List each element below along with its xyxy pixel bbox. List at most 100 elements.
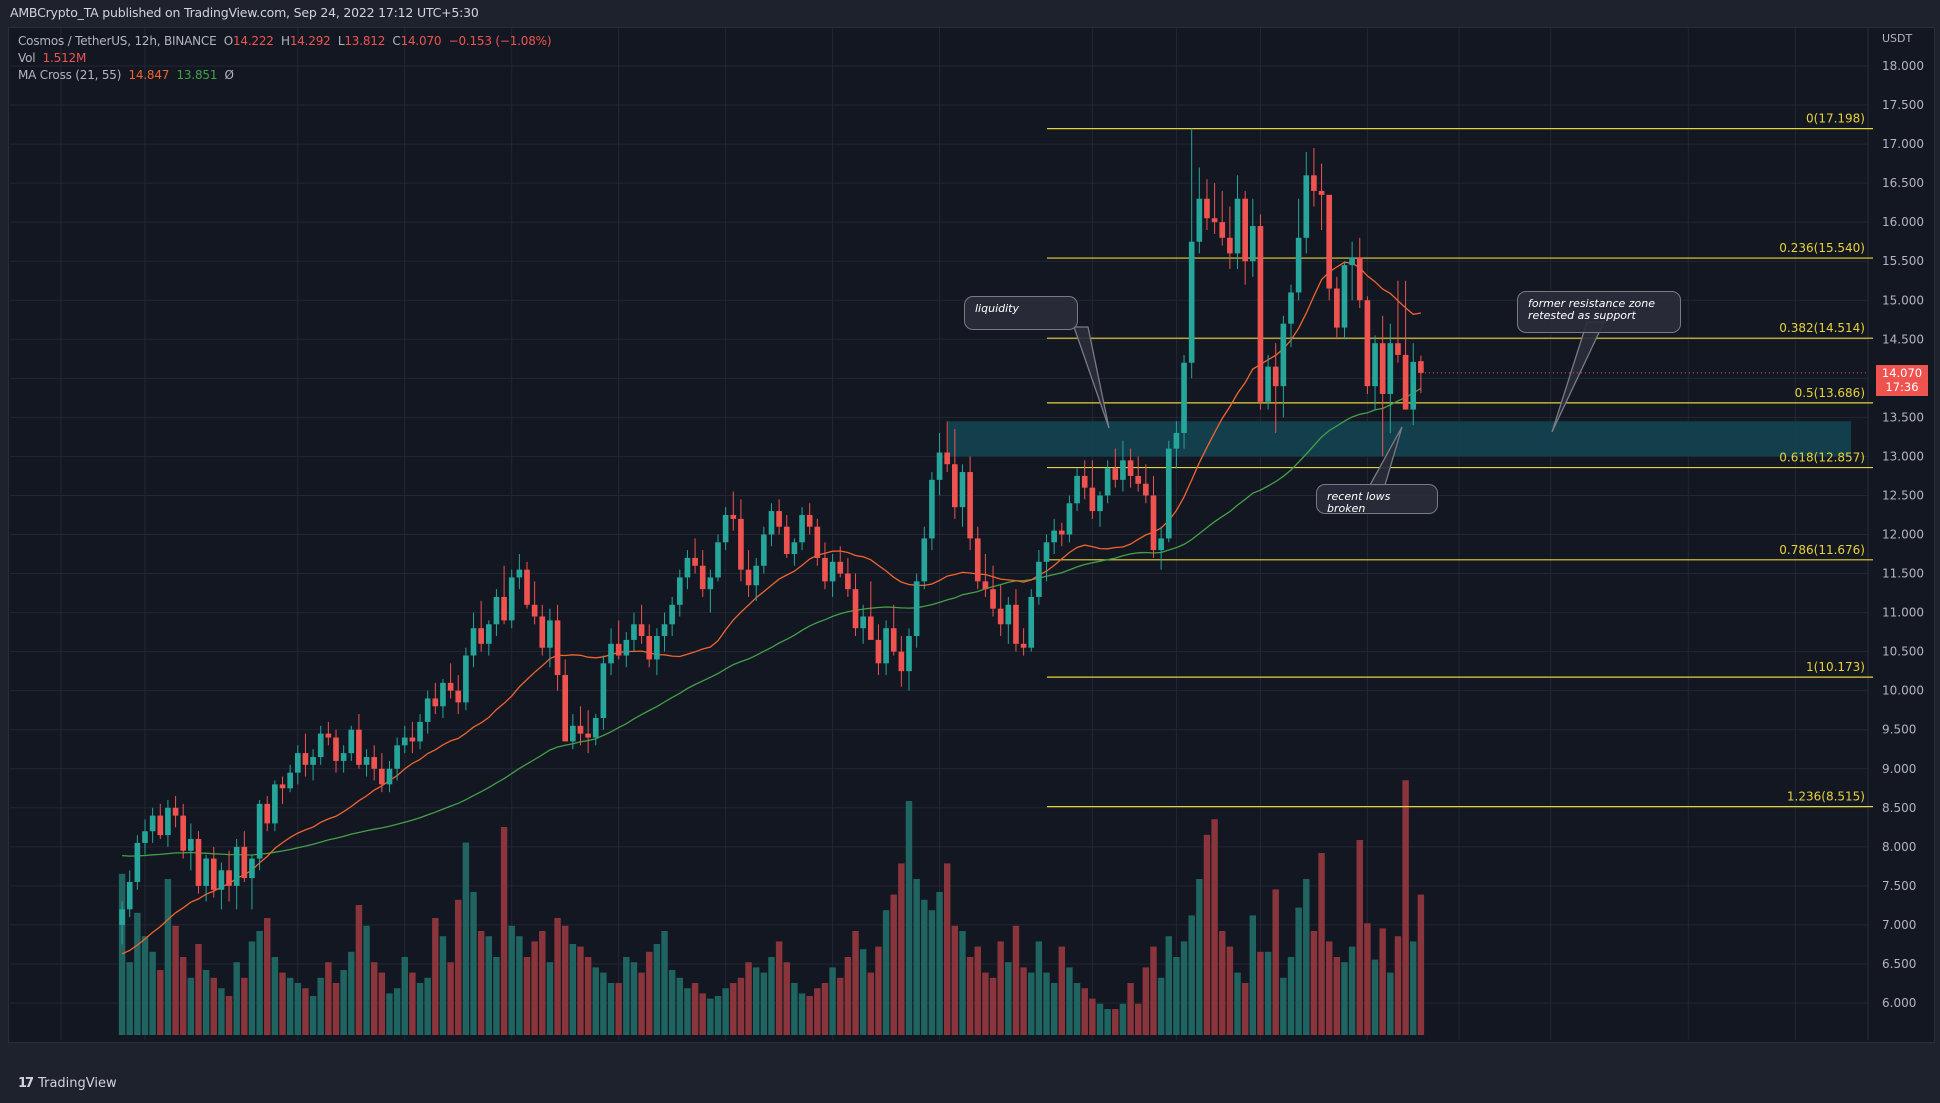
candle-body <box>1089 487 1096 512</box>
volume-bar <box>317 977 324 1035</box>
volume-bar <box>1219 931 1226 1035</box>
candle-body <box>249 858 255 879</box>
candle-body <box>1418 361 1424 373</box>
candle-body <box>814 526 821 558</box>
candle-body <box>1158 538 1164 551</box>
candle-body <box>638 624 645 637</box>
liquidity-callout[interactable]: liquidity <box>964 296 1078 330</box>
candle-body <box>684 557 691 578</box>
candle-body <box>1036 561 1042 597</box>
volume-bar <box>531 941 538 1035</box>
candle-body <box>317 733 324 758</box>
volume-bar <box>569 944 577 1035</box>
candle-body <box>1387 343 1394 394</box>
y-tick-label: 8.000 <box>1882 840 1916 854</box>
volume-bar <box>241 977 248 1035</box>
candle-body <box>974 538 981 582</box>
volume-bar <box>1272 889 1279 1035</box>
last-price: 14.070 <box>1881 366 1923 380</box>
candle-body <box>1249 226 1256 262</box>
volume-bar <box>325 962 332 1035</box>
y-tick-label: 13.500 <box>1882 410 1924 424</box>
volume-bar <box>302 988 309 1035</box>
candle-body <box>936 452 943 480</box>
recent-lows-callout[interactable]: recent lows broken <box>1316 484 1438 515</box>
volume-bar <box>134 912 141 1035</box>
volume-bar <box>164 879 172 1035</box>
candle-body <box>1081 475 1088 488</box>
volume-bar <box>1280 977 1287 1035</box>
former-resistance-callout[interactable]: former resistance zone retested as suppo… <box>1517 291 1681 333</box>
volume-bar <box>1112 1009 1119 1035</box>
candle-body <box>829 561 836 582</box>
candle-body <box>310 757 316 765</box>
candle-body <box>921 538 928 582</box>
candle-body <box>822 557 828 582</box>
volume-bar <box>1264 951 1272 1035</box>
candle-body <box>134 842 141 882</box>
volume-bar <box>1211 819 1218 1035</box>
volume-bar <box>401 957 408 1035</box>
y-tick-label: 7.500 <box>1882 879 1916 893</box>
candle-body <box>722 514 729 543</box>
volume-bar <box>607 983 615 1035</box>
candle-body <box>356 729 362 765</box>
volume-bar <box>470 892 477 1035</box>
volume-bar <box>218 988 225 1035</box>
volume-bar <box>1348 946 1356 1035</box>
y-tick-label: 17.000 <box>1882 137 1924 151</box>
y-tick-label: 10.500 <box>1882 645 1924 659</box>
volume-bar <box>447 962 454 1035</box>
y-tick-label: 6.500 <box>1882 957 1916 971</box>
ma-fast-value: 14.847 <box>128 68 170 82</box>
candle-body <box>1196 198 1203 242</box>
candle-body <box>1257 226 1264 402</box>
liquidity-callout-pointer <box>1073 326 1110 429</box>
candle-body <box>1410 361 1417 410</box>
candle-body <box>256 803 263 859</box>
volume-bar <box>997 941 1004 1035</box>
candle-body <box>845 573 851 590</box>
volume-bar <box>943 863 951 1035</box>
volume-bar <box>1333 957 1341 1035</box>
candle-body <box>157 815 164 836</box>
y-tick-label: 18.000 <box>1882 59 1924 73</box>
candle-body <box>142 831 148 843</box>
candle-body <box>768 511 775 535</box>
volume-bar <box>210 977 217 1035</box>
volume-bar <box>592 967 599 1035</box>
volume-bar <box>248 941 256 1035</box>
tradingview-logo[interactable]: 17 TradingView <box>18 1076 117 1091</box>
candle-body <box>302 753 309 765</box>
candle-body <box>149 815 156 832</box>
volume-bar <box>1134 1003 1142 1035</box>
candle-body <box>1058 530 1065 535</box>
ma-cross-legend[interactable]: MA Cross (21, 55) 14.847 13.851 Ø <box>18 68 234 82</box>
candle-body <box>1402 354 1409 410</box>
volume-bar <box>1287 957 1295 1035</box>
candle-body <box>570 725 576 742</box>
fib-label: 0(17.198) <box>1806 112 1865 126</box>
candle-body <box>837 561 844 574</box>
ma55-line <box>122 387 1422 857</box>
candle-body <box>631 624 637 640</box>
volume-bar <box>370 962 378 1035</box>
candle-body <box>493 596 500 625</box>
price-chart[interactable]: 18.000 17.500 17.000 16.500 16.000 15.500 15.0… <box>0 0 1940 1103</box>
volume-bar <box>286 977 294 1035</box>
candle-body <box>608 643 614 664</box>
candle-body <box>470 628 477 656</box>
candle-body <box>547 620 553 648</box>
symbol-legend: Cosmos / TetherUS, 12h, BINANCE O14.222 … <box>18 34 552 48</box>
volume-bar <box>462 842 470 1035</box>
volume-value: 1.512M <box>42 51 87 65</box>
volume-bar <box>982 972 989 1035</box>
candle-body <box>1295 237 1302 293</box>
candle-body <box>1364 300 1371 387</box>
candle-body <box>478 628 484 644</box>
y-tick-label: 14.500 <box>1882 332 1924 346</box>
candle-body <box>715 542 721 578</box>
volume-bar <box>646 951 653 1035</box>
volume-bar <box>279 972 286 1035</box>
ma-slow-value: 13.851 <box>176 68 218 82</box>
